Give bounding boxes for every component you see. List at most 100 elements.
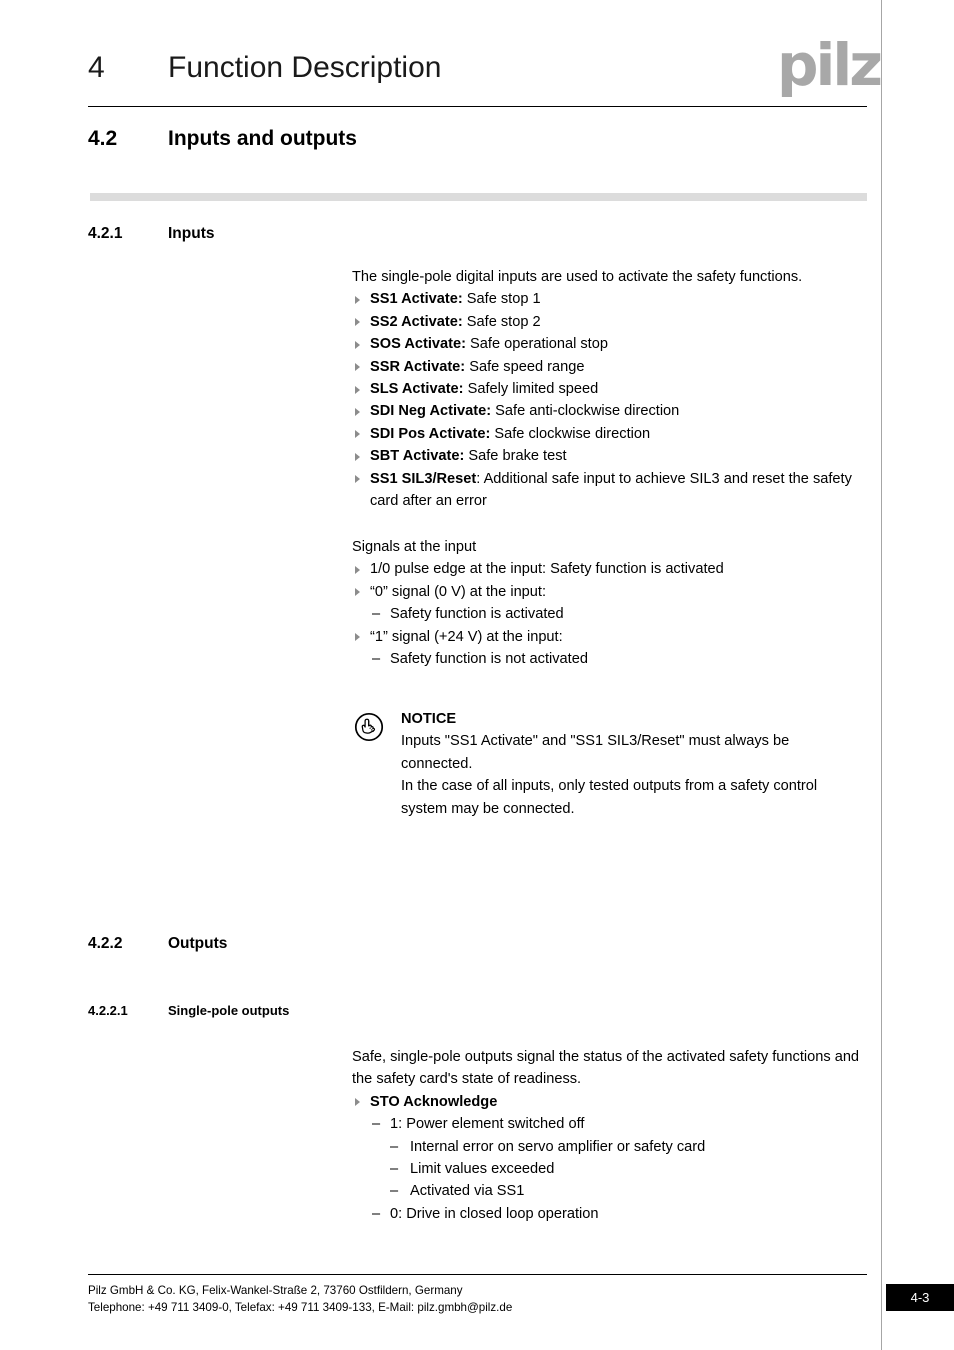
page-edge-rule — [881, 0, 882, 1350]
document-page: 4 Function Description pilz 4.2 Inputs an… — [0, 0, 954, 1350]
list-item-term: SDI Pos Activate: — [370, 425, 491, 442]
section-title-4-2: Inputs and outputs — [168, 127, 357, 150]
dash-bullet-icon: – — [372, 1116, 381, 1133]
list-item-term: SS2 Activate: — [370, 313, 463, 330]
triangle-bullet-icon — [355, 475, 360, 484]
list-item-text: 0: Drive in closed loop operation — [390, 1205, 599, 1222]
outputs-list: STO Acknowledge — [352, 1091, 862, 1113]
signals-content: Signals at the input 1/0 pulse edge at t… — [352, 536, 862, 670]
list-item-term: SOS Activate: — [370, 336, 466, 353]
list-item-term: STO Acknowledge — [370, 1093, 498, 1110]
list-item: – Internal error on servo amplifier or s… — [352, 1136, 862, 1158]
section-number-4-2-1: 4.2.1 — [88, 225, 123, 242]
triangle-bullet-icon — [355, 340, 360, 349]
section-number-4-2: 4.2 — [88, 127, 118, 150]
triangle-bullet-icon — [355, 295, 360, 304]
list-item-desc: Safely limited speed — [463, 381, 599, 398]
list-item-term: SBT Activate: — [370, 448, 465, 465]
list-item: SLS Activate: Safely limited speed — [352, 378, 862, 400]
inputs-intro: The single-pole digital inputs are used … — [352, 269, 803, 285]
outputs-content: Safe, single-pole outputs signal the sta… — [352, 1046, 862, 1225]
list-item: “1” signal (+24 V) at the input: — [352, 626, 862, 648]
triangle-bullet-icon — [355, 452, 360, 461]
list-item: SBT Activate: Safe brake test — [352, 445, 862, 467]
list-item-text: “0” signal (0 V) at the input: — [370, 583, 547, 600]
notice-line-1: Inputs "SS1 Activate" and "SS1 SIL3/Rese… — [401, 733, 790, 772]
list-item: – Safety function is not activated — [352, 648, 862, 670]
list-item-term: SSR Activate: — [370, 358, 466, 375]
chapter-number: 4 — [88, 51, 105, 84]
list-item: – Safety function is activated — [352, 603, 862, 625]
list-item: SDI Neg Activate: Safe anti-clockwise di… — [352, 400, 862, 422]
triangle-bullet-icon — [355, 430, 360, 439]
outputs-sublist-a: –1: Power element switched off — [352, 1113, 862, 1135]
list-item-term: SS1 Activate: — [370, 291, 463, 308]
list-item: SDI Pos Activate: Safe clockwise directi… — [352, 423, 862, 445]
section-heading-4-2-1: 4.2.1 Inputs — [88, 224, 868, 244]
list-item-text: 1: Power element switched off — [390, 1116, 585, 1133]
pointing-hand-icon — [354, 712, 384, 742]
list-item: –1: Power element switched off — [352, 1113, 862, 1135]
triangle-bullet-icon — [355, 407, 360, 416]
triangle-bullet-icon — [355, 363, 360, 372]
list-item-text: “1” signal (+24 V) at the input: — [370, 628, 563, 645]
chapter-header: 4 Function Description — [88, 48, 868, 96]
triangle-bullet-icon — [355, 633, 360, 642]
dash-bullet-icon: – — [390, 1183, 399, 1200]
list-item-desc: Safe operational stop — [465, 336, 608, 353]
list-item-desc: Safe stop 1 — [462, 291, 541, 308]
list-item-text: Internal error on servo amplifier or saf… — [410, 1138, 706, 1155]
list-item: SS1 SIL3/Reset: Additional safe input to… — [352, 468, 862, 513]
list-item: SSR Activate: Safe speed range — [352, 356, 862, 378]
section-title-4-2-2: Outputs — [168, 935, 228, 952]
triangle-bullet-icon — [355, 318, 360, 327]
section-number-4-2-2-1: 4.2.2.1 — [88, 1003, 128, 1018]
footer-address: Pilz GmbH & Co. KG, Felix-Wankel-Straße … — [88, 1282, 512, 1316]
footer-rule — [88, 1274, 867, 1276]
list-item: 1/0 pulse edge at the input: Safety func… — [352, 558, 862, 580]
signals-sublist-0: – Safety function is activated — [352, 603, 862, 625]
dash-bullet-icon: – — [390, 1138, 399, 1155]
list-item-text: Safety function is activated — [390, 606, 564, 623]
list-item-text: Safety function is not activated — [390, 651, 588, 668]
outputs-intro: Safe, single-pole outputs signal the sta… — [352, 1049, 860, 1088]
list-item: “0” signal (0 V) at the input: — [352, 581, 862, 603]
page-number-badge: 4-3 — [886, 1284, 954, 1311]
inputs-function-list: SS1 Activate: Safe stop 1 SS2 Activate: … — [352, 288, 862, 512]
pilz-logo: pilz — [776, 31, 883, 99]
chapter-title: Function Description — [168, 51, 442, 84]
section-number-4-2-2: 4.2.2 — [88, 935, 123, 952]
dash-bullet-icon: – — [372, 1205, 381, 1222]
list-item: –0: Drive in closed loop operation — [352, 1203, 862, 1225]
list-item: – Limit values exceeded — [352, 1158, 862, 1180]
list-item: SS1 Activate: Safe stop 1 — [352, 288, 862, 310]
signals-list-2: “1” signal (+24 V) at the input: — [352, 626, 862, 648]
list-item-desc: Safe stop 2 — [462, 313, 541, 330]
section-heading-4-2-2-1: 4.2.2.1 Single-pole outputs — [88, 1002, 868, 1020]
signals-heading: Signals at the input — [352, 539, 477, 555]
list-item-term: SS1 SIL3/Reset — [370, 470, 477, 487]
list-item-term: SLS Activate: — [370, 381, 464, 398]
notice-box: NOTICE Inputs "SS1 Activate" and "SS1 SI… — [352, 708, 862, 820]
section-heading-4-2-2: 4.2.2 Outputs — [88, 934, 868, 954]
notice-line-2: In the case of all inputs, only tested o… — [401, 778, 818, 817]
signals-list: 1/0 pulse edge at the input: Safety func… — [352, 558, 862, 603]
footer-line-2: Telephone: +49 711 3409-0, Telefax: +49 … — [88, 1301, 513, 1314]
list-item-desc: Safe speed range — [465, 358, 585, 375]
list-item: STO Acknowledge — [352, 1091, 862, 1113]
inputs-content: The single-pole digital inputs are used … — [352, 266, 862, 512]
notice-title: NOTICE — [401, 711, 457, 727]
triangle-bullet-icon — [355, 588, 360, 597]
list-item-desc: Safe clockwise direction — [490, 425, 651, 442]
section-title-4-2-1: Inputs — [168, 225, 215, 242]
signals-sublist-1: – Safety function is not activated — [352, 648, 862, 670]
triangle-bullet-icon — [355, 1098, 360, 1107]
list-item-text: Activated via SS1 — [410, 1183, 525, 1200]
dash-bullet-icon: – — [372, 606, 381, 623]
triangle-bullet-icon — [355, 565, 360, 574]
list-item: – Activated via SS1 — [352, 1180, 862, 1202]
list-item: SOS Activate: Safe operational stop — [352, 333, 862, 355]
outputs-sublist-level3: – Internal error on servo amplifier or s… — [352, 1136, 862, 1203]
list-item-desc: Safe anti-clockwise direction — [491, 403, 680, 420]
list-item: SS2 Activate: Safe stop 2 — [352, 311, 862, 333]
